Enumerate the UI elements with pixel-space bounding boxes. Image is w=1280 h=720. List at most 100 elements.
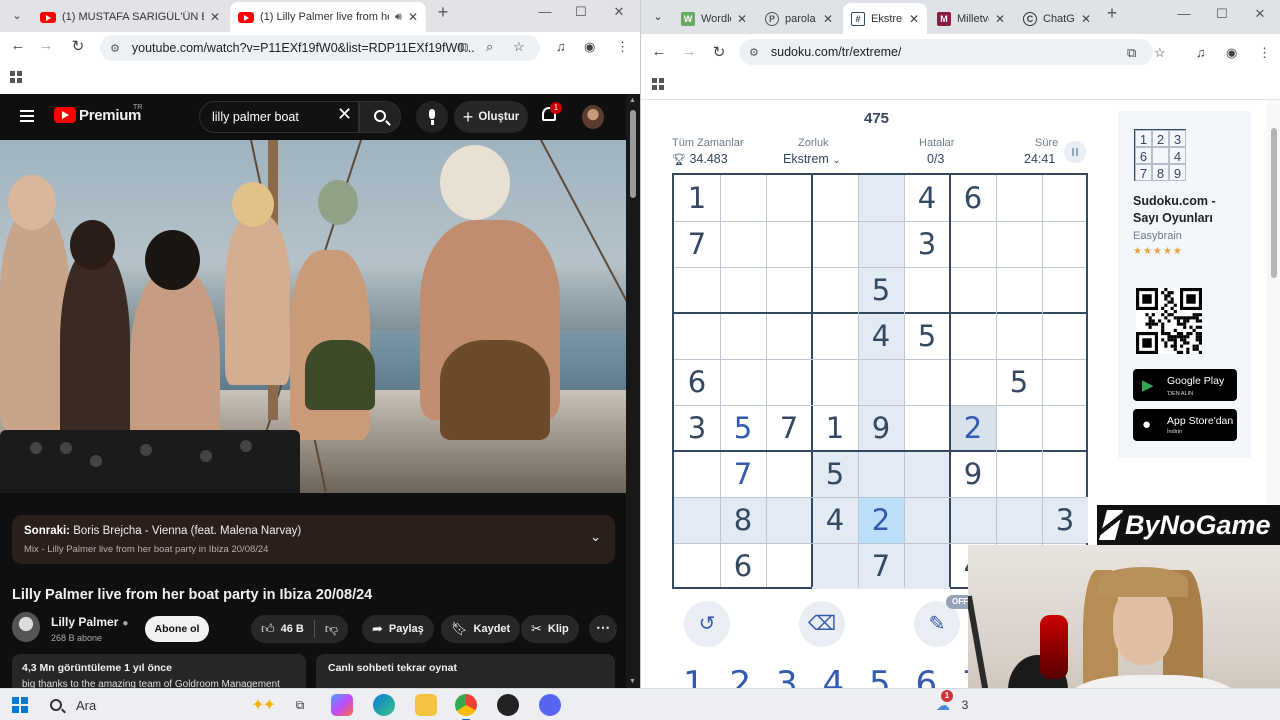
sudoku-cell[interactable]: [858, 221, 904, 267]
forward-icon[interactable]: →: [679, 43, 699, 60]
tab-search-chevron-icon[interactable]: ⌄: [647, 6, 669, 28]
sudoku-cell[interactable]: [858, 175, 904, 221]
sudoku-cell[interactable]: [1042, 175, 1088, 221]
sudoku-cell[interactable]: 4: [812, 497, 858, 543]
like-count[interactable]: 46 B: [281, 623, 304, 635]
copilot-icon[interactable]: [331, 694, 353, 716]
sudoku-cell[interactable]: [674, 313, 720, 359]
app-store-button[interactable]: ● App Store'dan İndirin: [1133, 409, 1237, 441]
close-tab-icon[interactable]: ✕: [823, 12, 833, 26]
thumbs-down-icon[interactable]: 👎︎: [325, 621, 338, 637]
zoom-icon[interactable]: ⌕: [486, 39, 493, 55]
subscribe-button[interactable]: Abone ol: [145, 616, 209, 642]
sudoku-cell[interactable]: 7: [674, 221, 720, 267]
scroll-down-icon[interactable]: ▼: [629, 678, 636, 685]
sudoku-cell[interactable]: [1042, 405, 1088, 451]
taskbar-search[interactable]: Ara ✦✦: [44, 693, 276, 717]
site-info-icon[interactable]: ⚙: [110, 42, 120, 55]
new-tab-button[interactable]: +: [1097, 3, 1127, 24]
back-icon[interactable]: ←: [8, 37, 28, 54]
more-actions-icon[interactable]: ⋯: [589, 615, 617, 643]
sudoku-cell[interactable]: [674, 497, 720, 543]
tab-lilly-palmer[interactable]: (1) Lilly Palmer live from her 🔊︎ ✕: [230, 2, 426, 32]
difficulty-dropdown[interactable]: Ekstrem ⌄: [783, 152, 841, 166]
tab-chatgpt[interactable]: C ChatGPT ✕: [1015, 3, 1099, 34]
sudoku-cell[interactable]: 5: [858, 267, 904, 313]
tab-wordle[interactable]: W Wordle ✕: [673, 3, 755, 34]
sudoku-cell[interactable]: [996, 451, 1042, 497]
up-next-banner[interactable]: Sonraki: Boris Brejcha - Vienna (feat. M…: [12, 515, 615, 564]
clip-button[interactable]: ✂ Klip: [521, 615, 579, 643]
sudoku-cell[interactable]: 1: [812, 405, 858, 451]
sudoku-cell[interactable]: [766, 175, 812, 221]
sudoku-cell[interactable]: 3: [1042, 497, 1088, 543]
back-icon[interactable]: ←: [649, 43, 669, 60]
voice-search-icon[interactable]: [416, 101, 448, 133]
sudoku-cell[interactable]: [904, 405, 950, 451]
media-control-icon[interactable]: ♫: [1196, 45, 1206, 60]
sudoku-cell[interactable]: [766, 451, 812, 497]
close-window-icon[interactable]: ✕: [1245, 6, 1275, 22]
sudoku-cell[interactable]: [766, 497, 812, 543]
sudoku-cell[interactable]: [950, 313, 996, 359]
sudoku-cell[interactable]: [950, 221, 996, 267]
sudoku-cell[interactable]: [720, 313, 766, 359]
bookmark-star-icon[interactable]: ☆: [513, 39, 525, 55]
sudoku-cell[interactable]: [766, 313, 812, 359]
thumbs-up-icon[interactable]: 👍︎: [261, 621, 275, 637]
minimize-icon[interactable]: —: [1169, 6, 1199, 21]
save-button[interactable]: 🔖︎ Kaydet: [441, 615, 521, 643]
sudoku-cell[interactable]: 7: [720, 451, 766, 497]
erase-button[interactable]: ⌫: [799, 601, 845, 647]
close-tab-icon[interactable]: ✕: [909, 12, 919, 26]
sudoku-cell[interactable]: [674, 267, 720, 313]
clear-search-icon[interactable]: ✕: [337, 104, 352, 125]
sudoku-cell[interactable]: 5: [996, 359, 1042, 405]
sudoku-board[interactable]: 14673545653571927598423674: [672, 173, 1088, 589]
sudoku-cell[interactable]: [996, 267, 1042, 313]
sudoku-cell[interactable]: 7: [858, 543, 904, 589]
apps-grid-icon[interactable]: [10, 71, 22, 83]
close-tab-icon[interactable]: ✕: [408, 10, 418, 24]
sudoku-cell[interactable]: 5: [812, 451, 858, 497]
sudoku-cell[interactable]: 3: [674, 405, 720, 451]
sudoku-cell[interactable]: 9: [950, 451, 996, 497]
bookmark-star-icon[interactable]: ☆: [1154, 45, 1166, 61]
windows-start-icon[interactable]: [12, 697, 28, 713]
menu-dots-icon[interactable]: ⋮: [1258, 45, 1271, 61]
sudoku-cell[interactable]: 4: [904, 175, 950, 221]
channel-avatar[interactable]: [12, 612, 40, 642]
video-player[interactable]: [0, 140, 626, 493]
pause-button[interactable]: [1064, 141, 1086, 163]
sudoku-cell[interactable]: 2: [950, 405, 996, 451]
number-button[interactable]: 6: [916, 664, 938, 688]
sudoku-cell[interactable]: [674, 451, 720, 497]
sudoku-cell[interactable]: [996, 497, 1042, 543]
user-avatar[interactable]: [582, 105, 604, 129]
tab-ekstrem[interactable]: # Ekstrem ✕: [843, 3, 927, 34]
sudoku-cell[interactable]: 9: [858, 405, 904, 451]
sudoku-cell[interactable]: [812, 267, 858, 313]
sudoku-cell[interactable]: [858, 359, 904, 405]
sudoku-cell[interactable]: [1042, 313, 1088, 359]
sudoku-cell[interactable]: 6: [950, 175, 996, 221]
minimize-icon[interactable]: —: [530, 4, 560, 19]
sudoku-cell[interactable]: [674, 543, 720, 589]
sudoku-cell[interactable]: [996, 405, 1042, 451]
chrome-icon[interactable]: [455, 694, 477, 720]
sudoku-cell[interactable]: [1042, 359, 1088, 405]
maximize-icon[interactable]: ☐: [1207, 6, 1237, 22]
sudoku-cell[interactable]: 5: [904, 313, 950, 359]
sudoku-cell[interactable]: [1042, 221, 1088, 267]
number-button[interactable]: 5: [869, 664, 891, 688]
file-explorer-icon[interactable]: [415, 694, 437, 716]
sudoku-cell[interactable]: [904, 543, 950, 589]
channel-name[interactable]: Lilly Palmer ●: [51, 615, 128, 629]
sudoku-cell[interactable]: [858, 451, 904, 497]
sudoku-cell[interactable]: [950, 359, 996, 405]
number-button[interactable]: 2: [730, 664, 752, 688]
close-window-icon[interactable]: ✕: [604, 4, 634, 20]
sudoku-cell[interactable]: [950, 267, 996, 313]
tab-milletvekili[interactable]: M Milletvekili ✕: [929, 3, 1013, 34]
scroll-up-icon[interactable]: ▲: [629, 97, 636, 104]
